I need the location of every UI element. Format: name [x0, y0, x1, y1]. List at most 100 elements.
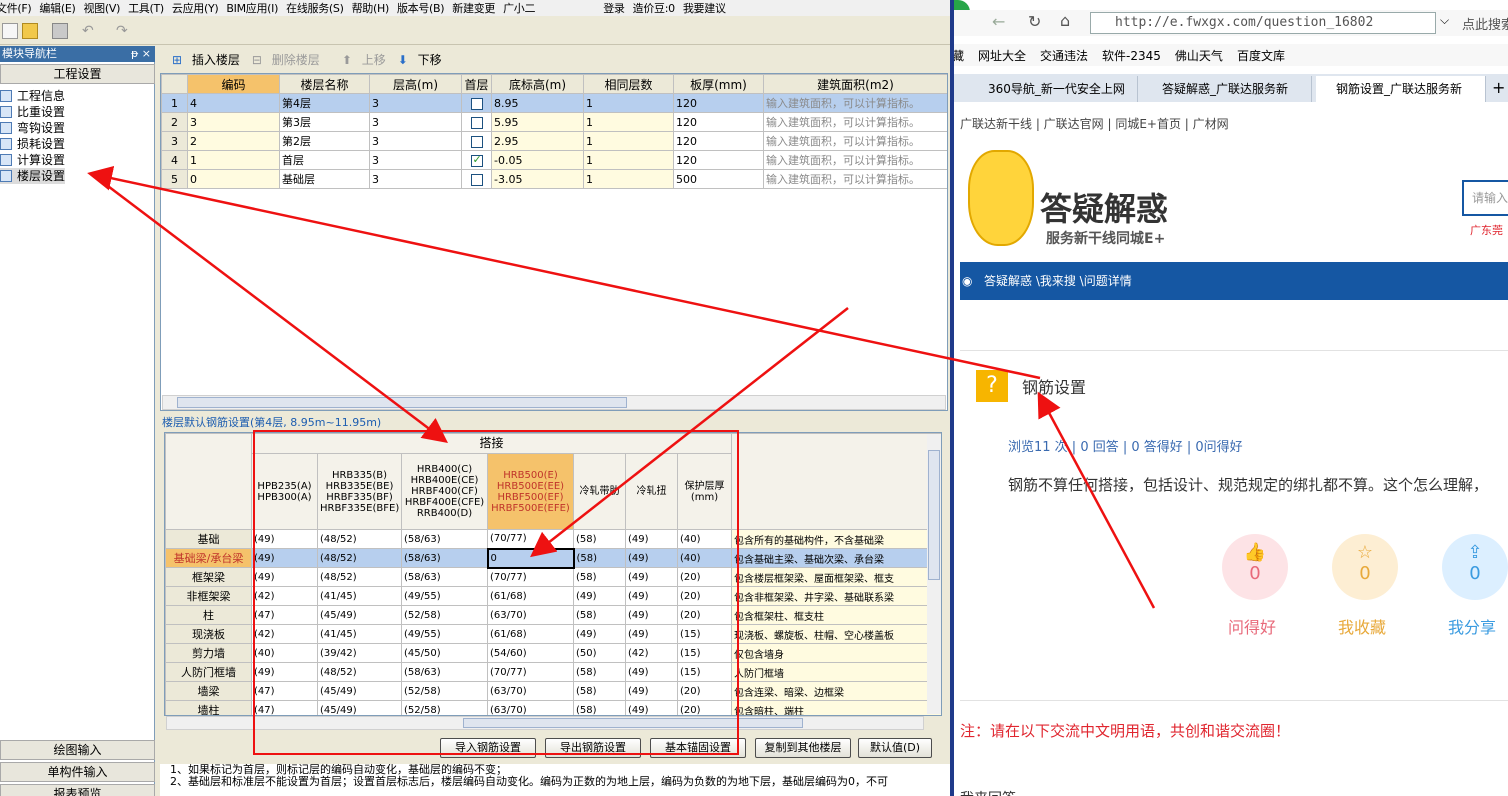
move-up-button[interactable]: ⬆ 上移 — [336, 51, 386, 68]
floor-area-cell[interactable]: 输入建筑面积，可以计算指标。 — [763, 150, 947, 170]
rebar-remark-cell[interactable]: 包含楼层框架梁、屋面框架梁、框支 — [731, 567, 941, 587]
move-down-button[interactable]: ⬇ 下移 — [392, 51, 442, 68]
search-button[interactable]: 点此搜索 — [1462, 14, 1508, 33]
favorite-label[interactable]: 我收藏 — [1338, 614, 1386, 638]
menu-view[interactable]: 视图(V) — [79, 0, 124, 16]
menu-online[interactable]: 在线服务(S) — [282, 0, 347, 16]
section-report-preview[interactable]: 报表预览 — [0, 784, 155, 796]
floor-same-cell[interactable]: 1 — [583, 131, 674, 151]
share-label[interactable]: 我分享 — [1448, 614, 1496, 638]
rebar-remark-cell[interactable]: 仅包含墙身 — [731, 643, 941, 663]
floor-thick-cell[interactable]: 120 — [673, 150, 764, 170]
default-button[interactable]: 默认值(D) — [858, 738, 932, 758]
rebar-remark-cell[interactable]: 现浇板、螺旋板、柱帽、空心楼盖板 — [731, 624, 941, 644]
floor-same-cell[interactable]: 1 — [583, 169, 674, 189]
floor-name-cell[interactable]: 第3层 — [279, 112, 370, 132]
floor-hscrollbar[interactable] — [162, 395, 946, 410]
floor-base-cell[interactable]: -3.05 — [491, 169, 584, 189]
rebar-remark-cell[interactable]: 包含暗柱、端柱 — [731, 700, 941, 715]
browser-tab-qa[interactable]: 答疑解惑_广联达服务新 — [1142, 76, 1312, 102]
floor-base-cell[interactable]: 5.95 — [491, 112, 584, 132]
back-icon[interactable]: ← — [992, 12, 1005, 31]
floor-name-cell[interactable]: 第2层 — [279, 131, 370, 151]
floor-height-cell[interactable]: 3 — [369, 93, 462, 113]
col-area[interactable]: 建筑面积(m2) — [763, 74, 947, 94]
floor-area-cell[interactable]: 输入建筑面积，可以计算指标。 — [763, 131, 947, 151]
floor-same-cell[interactable]: 1 — [583, 150, 674, 170]
floor-same-cell[interactable]: 1 — [583, 93, 674, 113]
floor-name-cell[interactable]: 基础层 — [279, 169, 370, 189]
floor-base-cell[interactable]: 8.95 — [491, 93, 584, 113]
redo-icon[interactable]: ↷ — [116, 23, 132, 39]
dropdown-chevron-icon[interactable]: ⌵ — [1440, 13, 1449, 28]
menu-file[interactable]: 文件(F) — [0, 0, 35, 16]
col-thick[interactable]: 板厚(mm) — [673, 74, 764, 94]
rebar-remark-cell[interactable]: 包含框架柱、框支柱 — [731, 605, 941, 625]
floor-base-cell[interactable]: 2.95 — [491, 131, 584, 151]
open-folder-icon[interactable] — [22, 23, 38, 39]
fav-item[interactable]: 交通违法 — [1040, 47, 1088, 64]
menu-tools[interactable]: 工具(T) — [124, 0, 168, 16]
like-button[interactable]: 👍 0 — [1222, 534, 1288, 600]
floor-row[interactable]: 5 0 基础层 3 -3.05 1 500 输入建筑面积，可以计算指标。 — [161, 169, 947, 189]
first-floor-checkbox[interactable] — [470, 135, 483, 148]
floor-area-cell[interactable]: 输入建筑面积，可以计算指标。 — [763, 112, 947, 132]
save-icon[interactable] — [52, 23, 68, 39]
floor-row-number[interactable]: 4 — [161, 150, 188, 170]
sidebar-item-density[interactable]: 比重设置 — [0, 104, 65, 120]
menu-login[interactable]: 登录 — [599, 0, 628, 16]
floor-row[interactable]: 3 2 第2层 3 2.95 1 120 输入建筑面积，可以计算指标。 — [161, 131, 947, 151]
floor-row-number[interactable]: 3 — [161, 131, 188, 151]
floor-thick-cell[interactable]: 120 — [673, 93, 764, 113]
section-drawing-input[interactable]: 绘图输入 — [0, 740, 155, 760]
floor-thick-cell[interactable]: 120 — [673, 112, 764, 132]
first-floor-checkbox[interactable] — [470, 116, 483, 129]
share-button[interactable]: ⇪ 0 — [1442, 534, 1508, 600]
rebar-remark-cell[interactable]: 包含基础主梁、基础次梁、承台梁 — [731, 548, 941, 568]
floor-row[interactable]: 1 4 第4层 3 8.95 1 120 输入建筑面积，可以计算指标。 — [161, 93, 947, 113]
menu-new-change[interactable]: 新建变更 — [448, 0, 499, 16]
floor-height-cell[interactable]: 3 — [369, 112, 462, 132]
undo-icon[interactable]: ↶ — [82, 23, 98, 39]
floor-area-cell[interactable]: 输入建筑面积，可以计算指标。 — [763, 169, 947, 189]
floor-row-number[interactable]: 5 — [161, 169, 188, 189]
menu-help[interactable]: 帮助(H) — [348, 0, 393, 16]
floor-hscroll-thumb[interactable] — [177, 397, 627, 408]
fav-item[interactable]: 软件-2345 — [1102, 47, 1161, 64]
home-icon[interactable]: ⌂ — [1060, 11, 1070, 30]
sidebar-item-project-info[interactable]: 工程信息 — [0, 88, 65, 104]
col-name[interactable]: 楼层名称 — [279, 74, 370, 94]
floor-first-cell[interactable] — [461, 112, 492, 132]
site-nav[interactable]: 广联达新干线 | 广联达官网 | 同城E+首页 | 广材网 — [954, 112, 1508, 136]
first-floor-checkbox[interactable] — [470, 153, 483, 167]
menu-assistant[interactable]: 广小二 — [499, 0, 539, 16]
floor-first-cell[interactable] — [461, 93, 492, 113]
insert-floor-button[interactable]: ⊞ 插入楼层 — [166, 51, 240, 68]
browser-tab-360[interactable]: 360导航_新一代安全上网 — [968, 76, 1138, 102]
menu-version[interactable]: 版本号(B) — [393, 0, 448, 16]
floor-same-cell[interactable]: 1 — [583, 112, 674, 132]
fav-item[interactable]: 网址大全 — [978, 47, 1026, 64]
fav-item[interactable]: 藏 — [954, 47, 964, 64]
floor-height-cell[interactable]: 3 — [369, 150, 462, 170]
floor-code-cell[interactable]: 4 — [187, 93, 280, 113]
rebar-remark-cell[interactable]: 人防门框墙 — [731, 662, 941, 682]
pin-close-icon[interactable]: ᵽ × — [131, 46, 151, 62]
floor-first-cell[interactable] — [461, 131, 492, 151]
floor-height-cell[interactable]: 3 — [369, 169, 462, 189]
col-base[interactable]: 底标高(m) — [491, 74, 584, 94]
new-tab-icon[interactable]: + — [1492, 78, 1505, 97]
sidebar-item-hook[interactable]: 弯钩设置 — [0, 120, 65, 136]
rebar-remark-cell[interactable]: 包含连梁、暗梁、边框梁 — [731, 681, 941, 701]
floor-first-cell[interactable] — [461, 150, 492, 170]
floor-code-cell[interactable]: 1 — [187, 150, 280, 170]
delete-floor-button[interactable]: ⊟ 删除楼层 — [246, 51, 320, 68]
favorite-button[interactable]: ☆ 0 — [1332, 534, 1398, 600]
breadcrumb-text[interactable]: 答疑解惑 \我来搜 \问题详情 — [984, 274, 1132, 288]
first-floor-checkbox[interactable] — [470, 173, 483, 186]
fav-item[interactable]: 百度文库 — [1237, 47, 1285, 64]
floor-row[interactable]: 2 3 第3层 3 5.95 1 120 输入建筑面积，可以计算指标。 — [161, 112, 947, 132]
section-project-settings[interactable]: 工程设置 — [0, 64, 155, 84]
floor-row-number[interactable]: 1 — [161, 93, 188, 113]
browser-tab-rebar[interactable]: 钢筋设置_广联达服务新 — [1316, 76, 1486, 102]
